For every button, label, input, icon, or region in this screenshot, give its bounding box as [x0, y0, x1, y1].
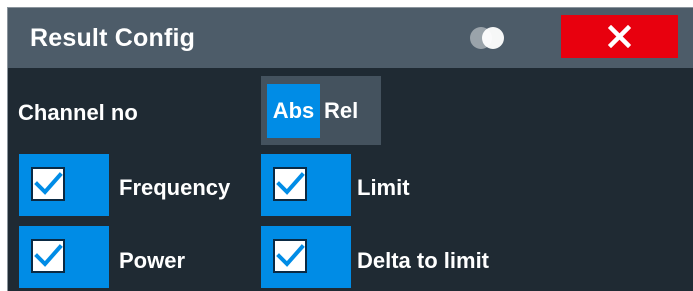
checkmark-icon: [276, 172, 305, 195]
frequency-label: Frequency: [119, 175, 231, 200]
delta-to-limit-checkbox[interactable]: [261, 226, 351, 288]
channel-no-option-rel[interactable]: Rel: [320, 84, 375, 138]
transparency-toggle-icon[interactable]: [466, 24, 520, 50]
delta-to-limit-checkbox-box: [273, 239, 307, 273]
checkmark-icon: [276, 244, 305, 267]
channel-no-label: Channel no: [18, 100, 138, 125]
checkmark-icon: [34, 244, 63, 267]
result-config-dialog: Result Config Channel no Abs Rel Frequen…: [7, 7, 693, 291]
channel-no-abs-rel-switch[interactable]: Abs Rel: [261, 76, 381, 145]
dialog-titlebar[interactable]: Result Config: [8, 8, 693, 68]
dialog-title: Result Config: [30, 24, 196, 52]
limit-checkbox[interactable]: [261, 154, 351, 216]
close-button[interactable]: [561, 15, 678, 58]
limit-label: Limit: [357, 175, 410, 200]
delta-to-limit-label: Delta to limit: [357, 248, 490, 273]
close-x-icon: [608, 25, 631, 48]
power-checkbox[interactable]: [19, 226, 109, 288]
power-label: Power: [119, 248, 186, 273]
transparency-circle-front: [482, 27, 504, 49]
checkmark-icon: [34, 172, 63, 195]
channel-no-option-abs[interactable]: Abs: [267, 84, 320, 138]
limit-checkbox-box: [273, 167, 307, 201]
power-checkbox-box: [31, 239, 65, 273]
frequency-checkbox[interactable]: [19, 154, 109, 216]
frequency-checkbox-box: [31, 167, 65, 201]
